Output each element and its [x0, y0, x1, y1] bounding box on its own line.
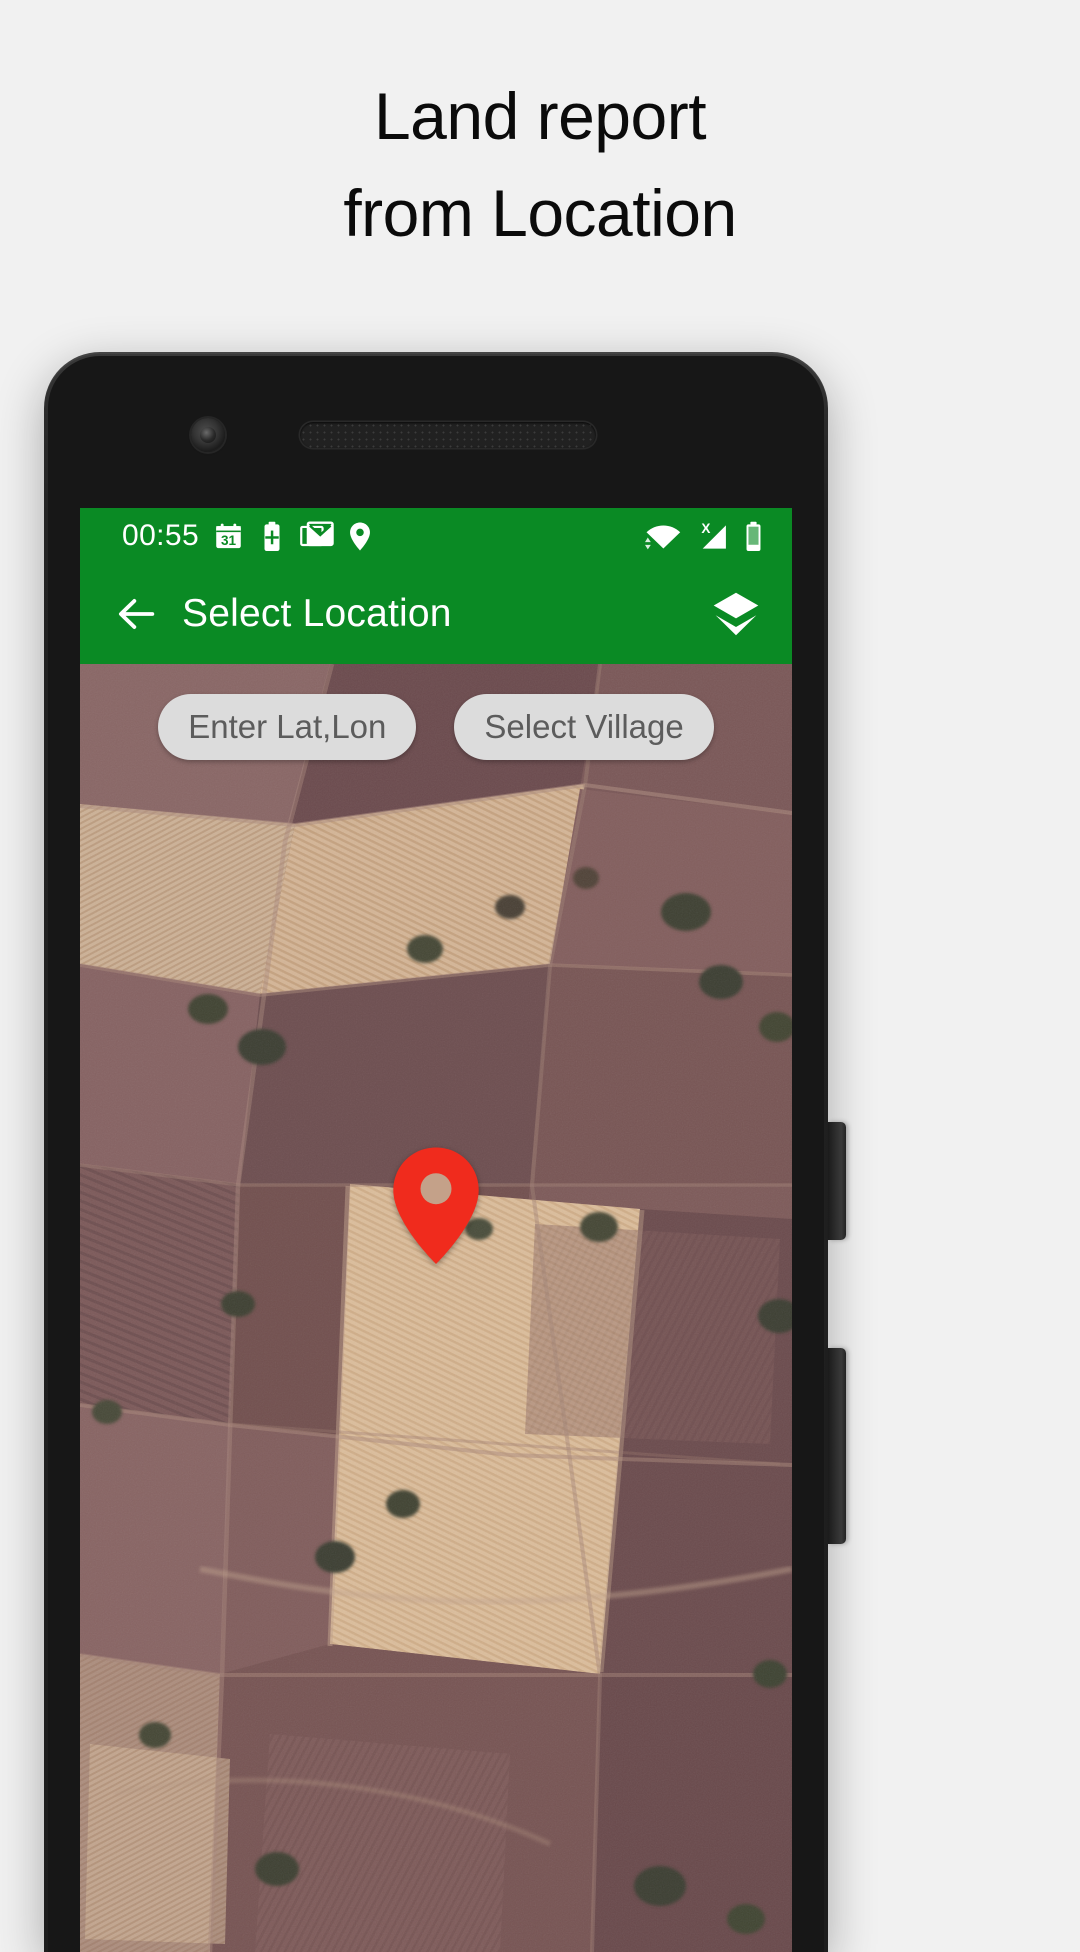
- svg-text:31: 31: [221, 533, 237, 548]
- location-marker-icon[interactable]: [389, 1144, 483, 1266]
- status-bar-left: 00:55 31: [122, 519, 372, 553]
- phone-mockup: 00:55 31 X Select Location Enter Lat,Lon…: [44, 352, 828, 1952]
- select-village-chip[interactable]: Select Village: [454, 694, 714, 760]
- promo-headline: Land report from Location: [0, 0, 1080, 330]
- enter-lat-lon-chip[interactable]: Enter Lat,Lon: [158, 694, 417, 760]
- volume-button[interactable]: [828, 1348, 846, 1544]
- gmail-icon: [300, 520, 334, 546]
- status-bar: 00:55 31 X: [80, 508, 792, 564]
- wifi-icon: [645, 524, 681, 549]
- back-arrow-icon[interactable]: [114, 591, 160, 637]
- map-view[interactable]: Enter Lat,Lon Select Village: [80, 664, 792, 1952]
- promo-headline-line-2: from Location: [343, 176, 737, 250]
- map-layers-icon[interactable]: [710, 588, 762, 640]
- promo-headline-line-1: Land report: [373, 78, 707, 153]
- satellite-imagery: [80, 664, 792, 1952]
- power-button[interactable]: [828, 1122, 846, 1240]
- earpiece-speaker-icon: [300, 422, 596, 448]
- battery-plus-icon: [264, 521, 280, 551]
- status-bar-right: X: [645, 521, 764, 552]
- front-camera-icon: [191, 418, 225, 452]
- no-sim-signal-icon: X: [701, 521, 726, 549]
- svg-text:X: X: [701, 521, 710, 536]
- location-pin-icon: [350, 522, 371, 550]
- battery-icon: [746, 521, 761, 551]
- phone-screen: 00:55 31 X Select Location Enter Lat,Lon…: [80, 508, 792, 1952]
- page-title: Select Location: [182, 592, 452, 635]
- status-clock: 00:55: [122, 519, 200, 552]
- calendar-icon: 31: [216, 523, 241, 548]
- phone-bezel: 00:55 31 X Select Location Enter Lat,Lon…: [48, 356, 824, 1952]
- map-action-chips: Enter Lat,Lon Select Village: [80, 694, 792, 760]
- app-bar: Select Location: [80, 564, 792, 664]
